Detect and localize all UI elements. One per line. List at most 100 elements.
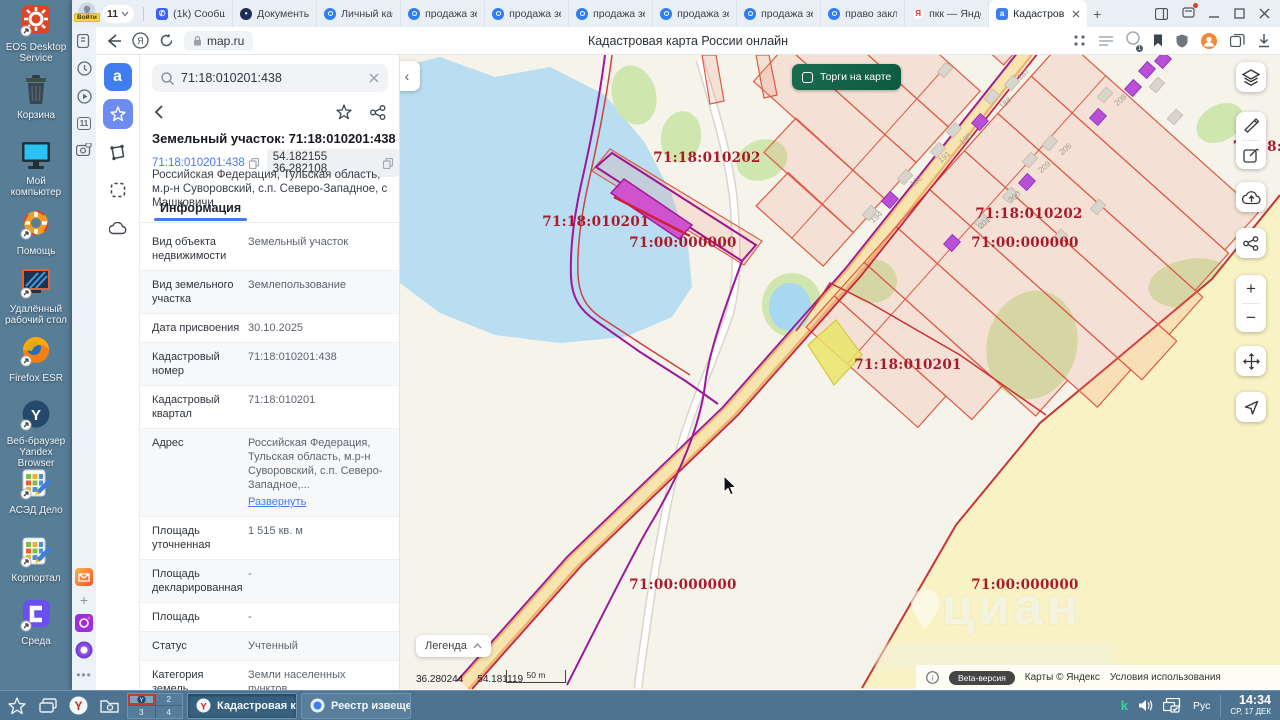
collapse-panel-button[interactable]: ‹ [400, 61, 420, 91]
more-icon[interactable]: ••• [76, 668, 92, 682]
cloud-upload-icon [1242, 190, 1261, 205]
tab-prodazha-4[interactable]: продажа зе [653, 0, 737, 27]
profile-avatar[interactable]: Войти [76, 2, 98, 26]
cloud-tool-button[interactable] [103, 213, 133, 243]
taskbar-window-cadastre[interactable]: Y Кадастровая кар... [187, 693, 297, 719]
tab-information[interactable]: Информация [160, 201, 241, 221]
volume-icon[interactable] [1138, 699, 1153, 712]
alice-app-icon[interactable] [75, 641, 93, 659]
reader-icon[interactable] [1099, 35, 1113, 47]
clear-search-icon[interactable] [369, 73, 379, 83]
close-tab-icon[interactable] [1072, 10, 1080, 18]
add-panel-icon[interactable]: + [80, 595, 88, 605]
user-avatar-icon[interactable] [1201, 33, 1217, 49]
tab-messages[interactable]: ✆(1k) Сообще [149, 0, 233, 27]
tab-prodazha-3[interactable]: продажа зе [569, 0, 653, 27]
desktop-icon-sreda[interactable]: Среда [0, 598, 72, 647]
clock[interactable]: 14:34 СР, 17 ДЕК [1220, 695, 1271, 717]
extensions-icon[interactable] [1182, 5, 1195, 23]
desktop-icon-eos[interactable]: EOS Desktop Service [0, 4, 72, 64]
desktop-icon-yandex-browser[interactable]: Y Веб-браузер Yandex Browser [0, 398, 72, 469]
desktop-icon-firefox[interactable]: Firefox ESR [0, 335, 72, 384]
file-manager-button[interactable] [96, 693, 123, 718]
share-icon[interactable] [370, 105, 386, 120]
alice-icon[interactable]: 1 [1126, 31, 1140, 50]
start-menu-button[interactable] [3, 693, 30, 718]
workspace-switcher[interactable]: Y 2 3 4 [127, 693, 183, 719]
tab-prodazha-2[interactable]: продажа зе [485, 0, 569, 27]
taskbar-yandex-browser[interactable]: Y [65, 693, 92, 718]
expand-link[interactable]: Развернуть [248, 495, 306, 509]
close-window-icon[interactable] [1259, 8, 1270, 19]
desktop-icon-ased-delo[interactable]: АСЭД Дело [0, 467, 72, 516]
workspace-1[interactable]: Y [128, 694, 155, 706]
desktop-icon-remote-desktop[interactable]: Удалённый рабочий стол [0, 266, 72, 326]
tab-prodazha-5[interactable]: продажа зе [737, 0, 821, 27]
polygon-select-button[interactable] [103, 137, 133, 167]
back-icon[interactable] [106, 34, 122, 48]
torgi-toggle-button[interactable]: Торги на карте [792, 64, 901, 90]
pan-button[interactable] [1236, 346, 1266, 376]
protect-shield-icon[interactable] [1176, 34, 1188, 48]
desktop-icon-korportal[interactable]: Корпортал [0, 535, 72, 584]
desktop-icon-trash[interactable]: Корзина [0, 72, 72, 121]
camera-app-icon[interactable] [75, 614, 93, 632]
locate-button[interactable] [1236, 392, 1266, 422]
cadastral-map[interactable]: 187 188 190 191 192 194 206 208 209 200 … [400, 55, 1280, 690]
area-select-button[interactable] [103, 175, 133, 205]
ruler-button[interactable] [1236, 112, 1266, 140]
favorite-star-icon[interactable] [336, 104, 352, 120]
notes-icon[interactable]: 11 [77, 117, 91, 130]
zoom-in-button[interactable]: + [1236, 275, 1266, 303]
upload-button[interactable] [1236, 182, 1266, 212]
desktop-icon-help[interactable]: Помощь [0, 208, 72, 257]
tab-prodazha-1[interactable]: продажа зе [401, 0, 485, 27]
reload-icon[interactable] [159, 33, 174, 48]
display-network-icon[interactable] [1163, 698, 1183, 713]
minimize-icon[interactable] [1209, 8, 1220, 19]
workspace-4[interactable]: 4 [156, 706, 183, 718]
favorites-tool-button[interactable] [103, 99, 133, 129]
show-windows-button[interactable] [34, 693, 61, 718]
dots-grid-icon[interactable] [1073, 34, 1086, 47]
back-chevron-icon[interactable] [154, 105, 163, 119]
login-badge[interactable]: Войти [74, 13, 100, 22]
keyboard-layout[interactable]: Рус [1193, 700, 1210, 712]
history-icon[interactable] [77, 61, 92, 76]
tab-pkk-yandex[interactable]: Япкк — Янде [905, 0, 989, 27]
address-bar[interactable]: map.ru [184, 31, 253, 51]
legend-button[interactable]: Легенда [416, 635, 491, 657]
layers-button[interactable] [1236, 62, 1266, 92]
new-tab-button[interactable]: + [1093, 6, 1101, 22]
player-icon[interactable] [77, 89, 92, 104]
search-input[interactable]: 71:18:010201:438 [152, 64, 388, 92]
yandex-home-icon[interactable]: Я [132, 32, 149, 49]
tab-documents[interactable]: •Документы [233, 0, 317, 27]
tab-cadastre-active[interactable]: aКадастров [989, 0, 1087, 27]
yandex-mail-icon[interactable] [75, 568, 93, 586]
nspd-logo[interactable]: a [104, 63, 132, 91]
desktop-icon-my-computer[interactable]: Мой компьютер [0, 138, 72, 198]
tab-personal-account[interactable]: Личный каб [317, 0, 401, 27]
info-icon[interactable]: i [926, 671, 939, 684]
taskbar-window-registry[interactable]: Реестр извещени... [301, 693, 411, 719]
workspace-2[interactable]: 2 [156, 694, 183, 706]
screenshot-icon[interactable] [76, 143, 92, 156]
checkbox-icon[interactable] [802, 72, 813, 83]
copy-icon[interactable] [249, 158, 259, 169]
sidebar-toggle-icon[interactable] [77, 34, 92, 48]
tab-groups-icon[interactable] [1230, 34, 1245, 47]
download-icon[interactable] [1258, 34, 1270, 48]
tab-counter[interactable]: 11 [102, 5, 134, 23]
copy-icon[interactable] [383, 158, 393, 169]
bookmark-icon[interactable] [1153, 34, 1163, 47]
zoom-out-button[interactable]: − [1236, 304, 1266, 332]
terms-link[interactable]: Условия использования [1110, 672, 1221, 683]
edit-button[interactable] [1236, 141, 1266, 169]
side-panel-icon[interactable] [1155, 8, 1168, 20]
tab-pravo[interactable]: право закл [821, 0, 905, 27]
kaspersky-tray-icon[interactable]: k [1121, 698, 1128, 713]
workspace-3[interactable]: 3 [128, 706, 155, 718]
maximize-icon[interactable] [1234, 8, 1245, 19]
share-map-button[interactable] [1236, 228, 1266, 258]
